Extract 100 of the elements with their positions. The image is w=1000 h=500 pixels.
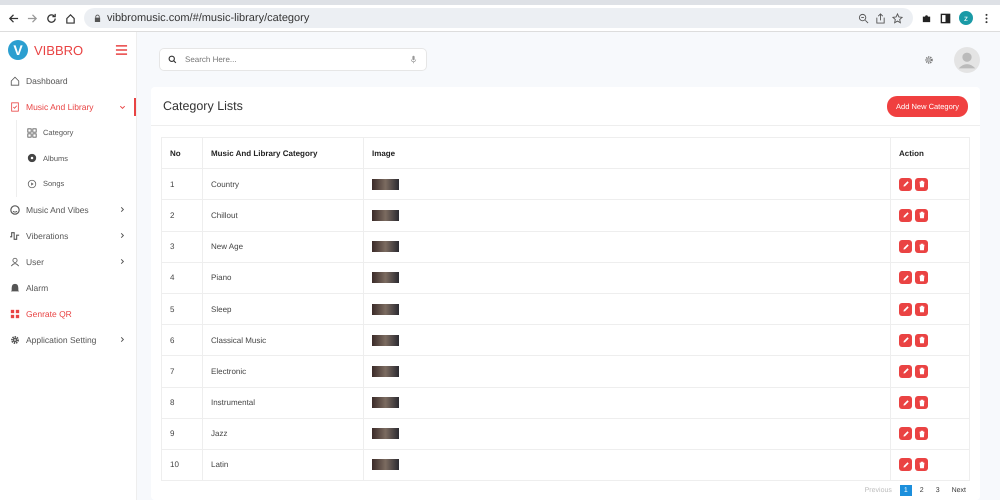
sidebar-item[interactable]: Music And Library [0, 94, 136, 120]
edit-button[interactable] [899, 334, 912, 347]
pencil-icon [902, 211, 910, 220]
search-bar[interactable]: Search Here... [159, 48, 427, 71]
share-icon[interactable] [875, 12, 886, 24]
address-bar[interactable]: vibbromusic.com/#/music-library/category [84, 8, 913, 28]
edit-button[interactable] [899, 364, 912, 378]
sidebar-item[interactable]: Dashboard [0, 68, 136, 94]
edit-button[interactable] [899, 271, 912, 284]
trash-icon [918, 430, 926, 438]
photo-placeholder [372, 397, 399, 408]
reload-icon[interactable] [46, 12, 57, 24]
chevron-icon [119, 104, 126, 110]
sidebar-item[interactable]: Alarm [0, 274, 136, 300]
menu-icon[interactable] [115, 44, 128, 56]
sidebar-item[interactable]: User [0, 248, 136, 274]
photo-placeholder [372, 428, 399, 440]
sidebar-item[interactable]: Music And Vibes [0, 196, 136, 222]
lock-icon [94, 14, 101, 22]
table-cell: 2 [162, 200, 202, 232]
table-cell: Sleep [202, 293, 364, 325]
table-cell: Electronic [202, 356, 364, 387]
delete-button[interactable] [915, 208, 928, 222]
edit-button[interactable] [899, 396, 912, 410]
play-icon [27, 178, 37, 189]
sidebar-item[interactable]: Genrate QR [0, 300, 136, 326]
pencil-icon [902, 336, 910, 344]
edit-button[interactable] [899, 178, 912, 191]
disc-icon [27, 153, 37, 164]
table-cell: Country [202, 168, 364, 200]
edit-button[interactable] [899, 240, 912, 254]
sidebar-item[interactable]: Viberations [0, 222, 136, 248]
trash-icon [918, 460, 926, 469]
table-cell: 5 [162, 293, 202, 325]
forward-icon[interactable] [27, 12, 38, 24]
table-cell: Jazz [202, 418, 364, 450]
zoom-icon[interactable] [858, 12, 869, 24]
table-cell: Piano [202, 262, 364, 294]
pencil-icon [902, 274, 910, 282]
chevron-icon [119, 206, 126, 213]
table-cell: 4 [162, 262, 202, 294]
settings-icon[interactable] [924, 54, 934, 64]
delete-button[interactable] [915, 334, 928, 347]
photo-placeholder [372, 304, 399, 315]
table-cell: 1 [162, 168, 202, 200]
brand-logo: V [8, 40, 28, 60]
wave-icon [10, 230, 20, 240]
table-cell: 9 [162, 418, 202, 450]
column-header: Image [364, 138, 890, 169]
photo-placeholder [372, 178, 399, 190]
pencil-icon [902, 460, 910, 469]
pencil-icon [902, 242, 910, 251]
delete-button[interactable] [915, 396, 928, 410]
edit-button[interactable] [899, 427, 912, 440]
edit-button[interactable] [899, 208, 912, 222]
table-cell: 8 [162, 387, 202, 418]
doc-icon [10, 102, 20, 112]
delete-button[interactable] [915, 302, 928, 316]
star-icon[interactable] [892, 12, 903, 24]
sidebar-item[interactable]: Application Setting [0, 326, 136, 352]
home-icon [10, 76, 20, 86]
grid-icon [27, 128, 37, 138]
pencil-icon [902, 305, 910, 314]
trash-icon [918, 180, 926, 188]
bell-icon [10, 282, 20, 292]
back-icon[interactable] [8, 12, 19, 24]
brand-name: VIBBRO [34, 42, 84, 58]
table-cell: Classical Music [202, 324, 364, 356]
delete-button[interactable] [915, 178, 928, 191]
side-panel-icon[interactable] [940, 12, 951, 24]
microphone-icon[interactable] [409, 55, 418, 64]
table-cell: 7 [162, 356, 202, 387]
delete-button[interactable] [915, 458, 928, 472]
table-cell: 6 [162, 324, 202, 356]
home-icon[interactable] [65, 12, 76, 24]
pencil-icon [902, 367, 910, 376]
trash-icon [918, 398, 926, 407]
table-cell: Instrumental [202, 387, 364, 418]
trash-icon [918, 242, 926, 251]
user-icon [10, 256, 20, 266]
table-cell: 10 [162, 449, 202, 481]
edit-button[interactable] [899, 458, 912, 472]
delete-button[interactable] [915, 271, 928, 284]
trash-icon [918, 274, 926, 282]
photo-placeholder [372, 459, 399, 470]
delete-button[interactable] [915, 240, 928, 254]
trash-icon [918, 305, 926, 314]
qr-icon [10, 308, 20, 318]
search-input[interactable]: Search Here... [183, 54, 403, 65]
card-title: Category Lists [163, 99, 243, 113]
pencil-icon [902, 180, 910, 188]
table-cell: Latin [202, 449, 364, 481]
chevron-icon [119, 258, 126, 265]
delete-button[interactable] [915, 427, 928, 440]
search-icon [168, 55, 177, 64]
table-cell: 3 [162, 231, 202, 262]
delete-button[interactable] [915, 364, 928, 378]
chevron-icon [119, 336, 126, 343]
edit-button[interactable] [899, 302, 912, 316]
photo-placeholder [372, 272, 399, 284]
